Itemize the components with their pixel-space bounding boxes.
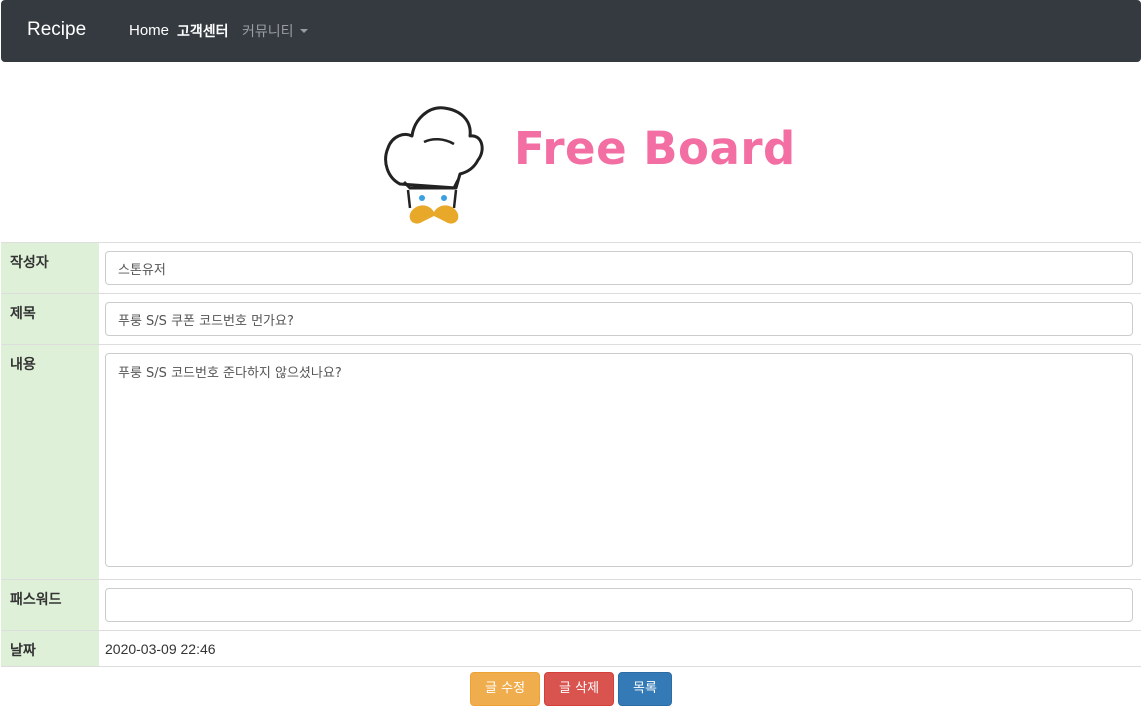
- writer-label: 작성자: [1, 242, 99, 294]
- caret-down-icon: [299, 29, 308, 33]
- nav-home-link[interactable]: Home: [129, 22, 169, 39]
- delete-post-button[interactable]: 글 삭제: [544, 672, 615, 706]
- password-row: 패스워드: [1, 579, 1141, 631]
- date-row: 날짜 2020-03-09 22:46: [1, 630, 1141, 667]
- title-input[interactable]: [105, 302, 1133, 336]
- brand-link[interactable]: Recipe: [27, 19, 86, 41]
- action-buttons: 글 수정 글 삭제 목록: [0, 672, 1142, 706]
- content-textarea[interactable]: 푸룽 S/S 코드번호 준다하지 않으셨나요?: [105, 353, 1133, 567]
- logo-text: Free Board: [514, 122, 796, 175]
- date-value: 2020-03-09 22:46: [99, 630, 1141, 667]
- password-input[interactable]: [105, 588, 1133, 622]
- free-board-logo: Free Board: [380, 92, 800, 232]
- nav-community-dropdown[interactable]: 커뮤니티: [242, 21, 308, 41]
- title-label: 제목: [1, 293, 99, 345]
- top-navbar: Recipe Home 고객센터 커뮤니티: [1, 0, 1141, 62]
- content-label: 내용: [1, 344, 99, 580]
- chef-hat-icon: [384, 106, 484, 224]
- title-row: 제목: [1, 293, 1141, 345]
- writer-input[interactable]: [105, 251, 1133, 285]
- nav-customer-center-link[interactable]: 고객센터: [177, 21, 229, 41]
- nav-community-label: 커뮤니티: [242, 24, 294, 40]
- content-row: 내용 푸룽 S/S 코드번호 준다하지 않으셨나요?: [1, 344, 1141, 580]
- date-label: 날짜: [1, 630, 99, 667]
- post-form-table: 작성자 제목 내용 푸룽 S/S 코드번호 준다하지 않으셨나요? 패스워드 날…: [1, 242, 1141, 667]
- writer-row: 작성자: [1, 242, 1141, 294]
- password-label: 패스워드: [1, 579, 99, 631]
- list-button[interactable]: 목록: [618, 672, 672, 706]
- edit-post-button[interactable]: 글 수정: [470, 672, 541, 706]
